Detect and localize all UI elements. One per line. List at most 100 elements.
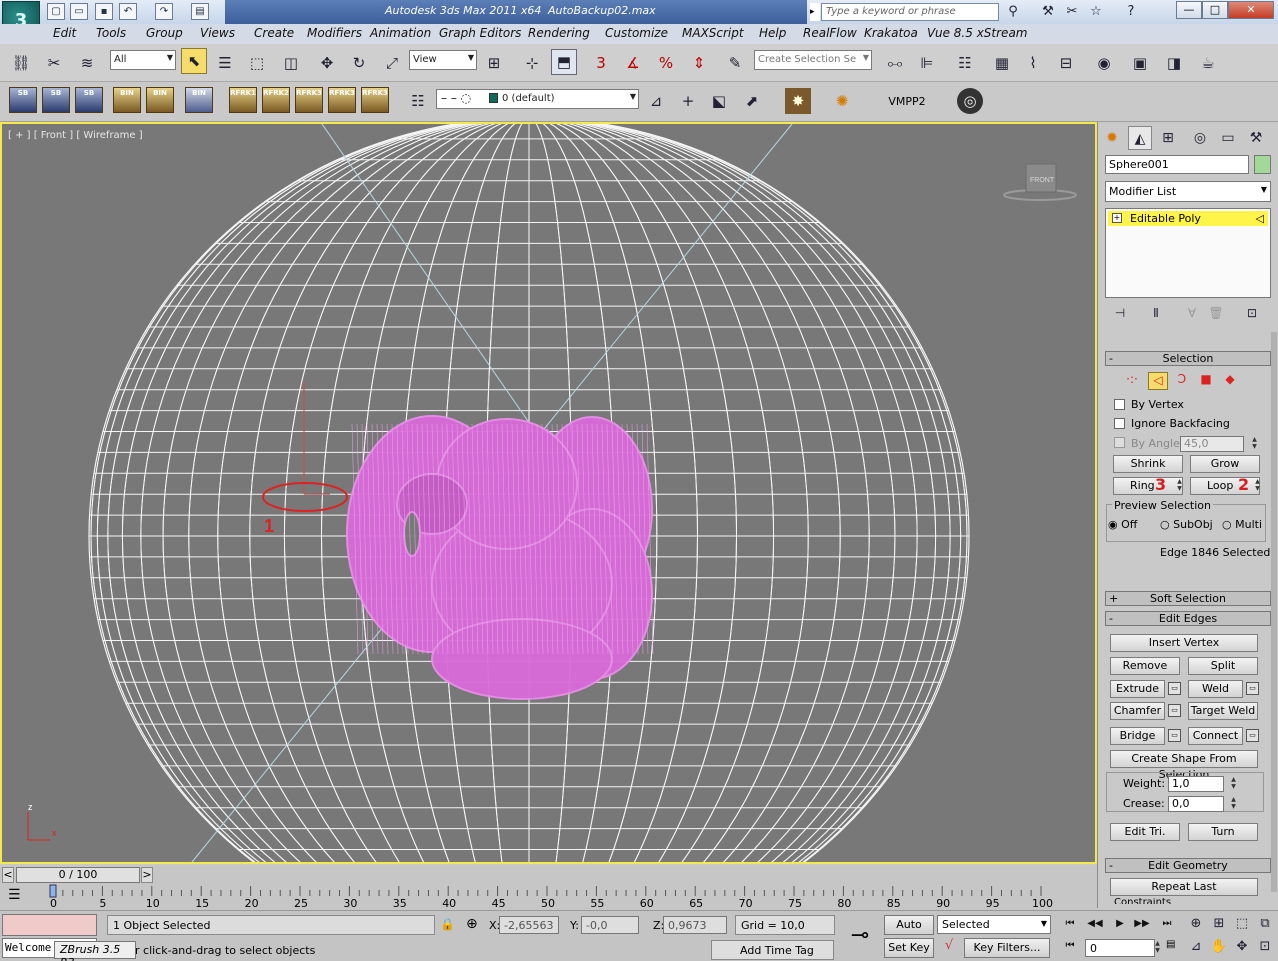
select-manipulate-icon[interactable]: ⊹ [519,50,545,76]
z-coordinate-field[interactable]: 0,9673 [663,916,727,934]
mirror-icon[interactable]: ⧟ [882,50,908,76]
unlink-icon[interactable]: ✂ [41,50,67,76]
select-and-rotate-icon[interactable]: ↻ [346,50,372,76]
menu-modifiers[interactable]: Modifiers [307,26,362,40]
orbit-icon[interactable]: ✥ [1232,937,1252,957]
auto-key-button[interactable]: Auto Key [884,915,934,949]
connect-button[interactable]: Connect [1188,727,1243,745]
edge-mode-icon[interactable]: ◁ [1148,372,1168,390]
menu-vue-xstream[interactable]: Vue 8.5 xStream [927,26,1027,40]
time-prev-button[interactable]: < [2,867,14,883]
time-next-button[interactable]: > [141,867,153,883]
extrude-button[interactable]: Extrude [1110,680,1165,698]
schematic-view-icon[interactable]: ⊟ [1053,50,1079,76]
bin-tool-icon[interactable]: BIN [185,87,213,113]
by-vertex-checkbox[interactable] [1114,399,1125,410]
pan-hand-icon[interactable]: ✋ [1209,937,1229,957]
extrude-settings-icon[interactable]: ▭ [1168,682,1181,695]
object-name-field[interactable]: Sphere001 [1105,155,1249,174]
plugin-splat-icon[interactable]: ✸ [785,88,811,114]
ring-spinner[interactable]: ▲ ▼ [1175,478,1184,494]
select-by-name-icon[interactable]: ☰ [212,50,238,76]
weight-spinner[interactable]: ▲ ▼ [1229,776,1238,792]
go-to-start-icon[interactable]: ⏮ [1060,918,1080,934]
target-weld-button[interactable]: Target Weld [1188,702,1258,720]
remove-button[interactable]: Remove [1110,657,1180,675]
field-of-view-icon[interactable]: ⊿ [1186,937,1206,957]
set-current-layer-icon[interactable]: ⬈ [739,88,765,114]
vmpp2-button[interactable]: VMPP2 [872,90,942,114]
select-and-move-icon[interactable]: ✥ [314,50,340,76]
menu-animation[interactable]: Animation [370,26,431,40]
time-configuration-icon[interactable]: ▤ [1166,939,1176,957]
chamfer-settings-icon[interactable]: ▭ [1168,704,1181,717]
crease-spinner[interactable]: ▲ ▼ [1229,796,1238,812]
next-frame-icon[interactable]: ▶▶ [1132,918,1152,934]
vertex-mode-icon[interactable]: ·:· [1122,372,1142,390]
mini-curve-editor-icon[interactable]: ☰ [8,887,30,905]
graphite-ribbon-icon[interactable]: ▦ [989,50,1015,76]
frame-spinner[interactable]: ▲ ▼ [1153,940,1162,956]
maxscript-listener-field[interactable] [2,914,97,936]
bridge-button[interactable]: Bridge [1110,727,1165,745]
go-to-end-icon[interactable]: ⏭ [1157,918,1177,934]
bin-tool-icon[interactable]: BIN [146,87,174,113]
time-slider[interactable]: 0 / 100 [16,867,140,883]
selection-rollout-header[interactable]: - Selection [1105,351,1271,366]
help-icon[interactable]: ? [1121,3,1141,21]
maximize-viewport-icon[interactable]: ⊡ [1255,937,1275,957]
by-angle-checkbox[interactable] [1114,437,1125,448]
shrink-button[interactable]: Shrink [1113,455,1183,473]
minimize-button[interactable]: — [1176,1,1202,19]
close-button[interactable]: ✕ [1228,1,1274,19]
selection-lock-icon[interactable]: 🔒 [440,917,455,931]
plugin-wheel-icon[interactable]: ✺ [829,88,855,114]
selection-filter-dropdown[interactable]: All ▼ [110,50,176,70]
turn-button[interactable]: Turn [1188,823,1258,841]
slr-plugin-icon[interactable]: ◎ [957,88,983,114]
sb-tool-icon[interactable]: SB [9,87,37,113]
utilities-tab-icon[interactable]: ⚒ [1244,126,1268,150]
ignore-backfacing-checkbox[interactable] [1114,418,1125,429]
create-shape-button[interactable]: Create Shape From Selection [1110,750,1258,781]
set-key-key-icon[interactable]: ⊸ [843,922,877,950]
menu-group[interactable]: Group [146,26,183,40]
menu-maxscript[interactable]: MAXScript [682,26,744,40]
render-setup-icon[interactable]: ▣ [1127,50,1153,76]
display-tab-icon[interactable]: ▭ [1216,126,1240,150]
sb-tool-icon[interactable]: SB [75,87,103,113]
bin-tool-icon[interactable]: BIN [113,87,141,113]
percent-snap-icon[interactable]: % [653,50,679,76]
element-mode-icon[interactable]: ◆ [1220,372,1240,390]
subscription-icon[interactable]: ⚒ [1038,3,1058,21]
zoom-extents-icon[interactable]: ⬚ [1232,914,1252,934]
new-file-icon[interactable]: ▢ [47,3,65,20]
zoom-extents-all-icon[interactable]: ⧉ [1255,914,1275,934]
binoculars-icon[interactable]: ⚲ [1003,3,1023,21]
repeat-last-button[interactable]: Repeat Last [1110,878,1258,896]
soft-selection-rollout-header[interactable]: + Soft Selection [1105,591,1271,606]
menu-views[interactable]: Views [200,26,235,40]
angle-snap-icon[interactable]: ∡ [620,50,646,76]
search-expand-arrow[interactable]: ▸ [810,3,820,21]
motion-tab-icon[interactable]: ◎ [1188,126,1212,150]
rfrk-tool-icon[interactable]: RFRK2 [262,87,290,113]
zoom-all-icon[interactable]: ⊞ [1209,914,1229,934]
crease-field[interactable]: 0,0 [1168,796,1224,812]
communication-icon[interactable]: ✂ [1062,3,1082,21]
window-crossing-icon[interactable]: ◫ [278,50,304,76]
layer-dropdown[interactable]: – – ◌ 0 (default) ▼ [436,89,639,109]
menu-krakatoa[interactable]: Krakatoa [864,26,918,40]
key-filters-button[interactable]: Key Filters... [964,938,1050,958]
chamfer-button[interactable]: Chamfer [1110,702,1165,720]
bind-space-warp-icon[interactable]: ≋ [74,50,100,76]
menu-realflow[interactable]: RealFlow [803,26,857,40]
create-layer-icon[interactable]: ⊿ [643,88,669,114]
edit-named-selection-icon[interactable]: ✎ [722,50,748,76]
menu-tools[interactable]: Tools [96,26,126,40]
menu-graph-editors[interactable]: Graph Editors [439,26,521,40]
by-angle-spinner[interactable]: ▲ ▼ [1250,436,1259,452]
snaps-toggle-icon[interactable]: 3 [588,50,614,76]
rectangular-selection-icon[interactable]: ⬚ [244,50,270,76]
viewport-front[interactable]: 1 FRONT z x [ + ] [ Front ] [ Wireframe … [0,122,1097,864]
